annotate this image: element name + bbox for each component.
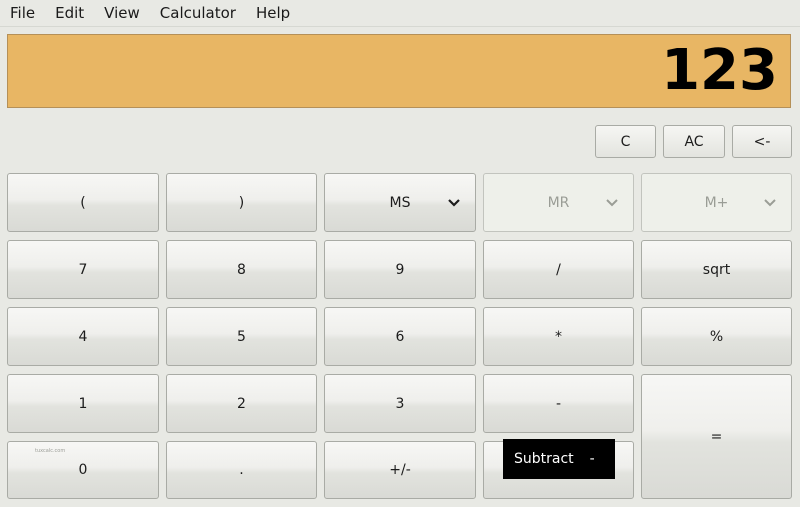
sqrt-button[interactable]: sqrt <box>641 240 792 299</box>
display-value: 123 <box>661 38 778 103</box>
chevron-down-icon[interactable] <box>763 198 777 208</box>
digit-7-label: 7 <box>78 261 88 278</box>
percent-label: % <box>709 328 724 345</box>
memory-store-button[interactable]: MS <box>324 173 476 232</box>
close-paren-button[interactable]: ) <box>166 173 317 232</box>
digit-3-label: 3 <box>395 395 405 412</box>
digit-1-button[interactable]: 1 <box>7 374 159 433</box>
open-paren-button[interactable]: ( <box>7 173 159 232</box>
chevron-down-icon[interactable] <box>605 198 619 208</box>
digit-8-button[interactable]: 8 <box>166 240 317 299</box>
menu-help[interactable]: Help <box>246 0 300 26</box>
chevron-down-icon[interactable] <box>447 198 461 208</box>
memory-recall-button[interactable]: MR <box>483 173 634 232</box>
decimal-button[interactable]: . <box>166 441 317 499</box>
digit-6-label: 6 <box>395 328 405 345</box>
tooltip-shortcut: - <box>589 451 595 467</box>
backspace-button[interactable]: <- <box>732 125 792 158</box>
digit-9-button[interactable]: 9 <box>324 240 476 299</box>
menu-bar: File Edit View Calculator Help <box>0 0 800 27</box>
negate-button[interactable]: +/- <box>324 441 476 499</box>
menu-calculator[interactable]: Calculator <box>150 0 246 26</box>
all-clear-button-label: AC <box>684 133 704 150</box>
menu-file[interactable]: File <box>0 0 45 26</box>
negate-label: +/- <box>389 462 411 478</box>
subtract-button[interactable]: - <box>483 374 634 433</box>
subtract-tooltip: Subtract - <box>503 439 615 479</box>
open-paren-label: ( <box>80 194 86 211</box>
multiply-button[interactable]: * <box>483 307 634 366</box>
digit-2-button[interactable]: 2 <box>166 374 317 433</box>
digit-3-button[interactable]: 3 <box>324 374 476 433</box>
digit-4-button[interactable]: 4 <box>7 307 159 366</box>
backspace-button-label: <- <box>753 133 771 150</box>
equals-button[interactable]: = <box>641 374 792 499</box>
watermark-text: tuxcalc.com <box>35 448 66 454</box>
equals-label: = <box>710 428 723 445</box>
percent-button[interactable]: % <box>641 307 792 366</box>
digit-1-label: 1 <box>78 395 88 412</box>
digit-5-label: 5 <box>237 328 246 345</box>
calculator-display: 123 <box>7 34 791 108</box>
digit-7-button[interactable]: 7 <box>7 240 159 299</box>
digit-4-label: 4 <box>78 328 88 345</box>
digit-9-label: 9 <box>395 261 405 278</box>
decimal-label: . <box>239 462 244 478</box>
clear-button[interactable]: C <box>595 125 656 158</box>
memory-add-button[interactable]: M+ <box>641 173 792 232</box>
memory-add-label: M+ <box>704 194 729 211</box>
digit-2-label: 2 <box>237 395 246 412</box>
sqrt-label: sqrt <box>702 261 731 278</box>
subtract-label: - <box>555 395 562 412</box>
calculator-window: File Edit View Calculator Help 123 C AC … <box>0 0 800 507</box>
menu-view[interactable]: View <box>94 0 150 26</box>
all-clear-button[interactable]: AC <box>663 125 725 158</box>
multiply-label: * <box>555 328 562 345</box>
digit-0-button[interactable]: 0 <box>7 441 159 499</box>
memory-recall-label: MR <box>547 194 570 211</box>
digit-8-label: 8 <box>237 261 246 278</box>
digit-5-button[interactable]: 5 <box>166 307 317 366</box>
menu-edit[interactable]: Edit <box>45 0 94 26</box>
tooltip-label: Subtract <box>514 451 574 467</box>
clear-button-label: C <box>620 133 631 150</box>
digit-0-label: 0 <box>78 462 88 478</box>
digit-6-button[interactable]: 6 <box>324 307 476 366</box>
divide-button[interactable]: / <box>483 240 634 299</box>
close-paren-label: ) <box>238 194 245 211</box>
divide-label: / <box>556 261 561 278</box>
memory-store-label: MS <box>389 194 411 211</box>
